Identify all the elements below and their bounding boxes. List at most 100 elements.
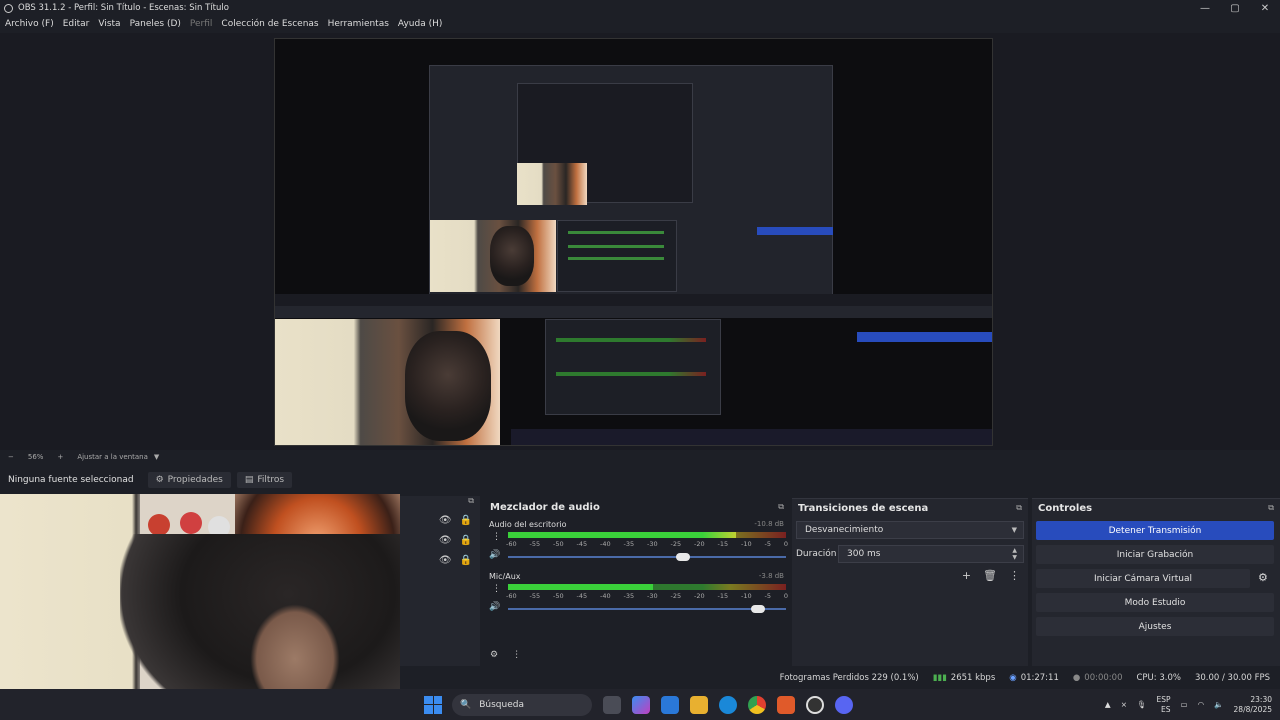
zoom-minus[interactable]: − <box>8 453 14 461</box>
language-indicator[interactable]: ESP ES <box>1157 695 1171 715</box>
mic-icon[interactable]: 🎙 <box>1137 700 1147 709</box>
scene-item-row[interactable]: 👁 🔒 <box>400 530 480 550</box>
meter-tick: -25 <box>670 592 682 600</box>
lang-top: ESP <box>1156 694 1171 704</box>
controls-title: Controles <box>1038 503 1093 514</box>
lock-icon[interactable]: 🔒 <box>460 535 472 546</box>
speaker-icon[interactable]: 🔊 <box>489 550 500 560</box>
menu-ayuda[interactable]: Ayuda (H) <box>398 19 442 29</box>
volume-knob[interactable] <box>676 553 691 561</box>
studio-mode-button[interactable]: Modo Estudio <box>1036 593 1274 612</box>
zoom-plus-button[interactable]: + <box>57 453 63 461</box>
settings-button[interactable]: Ajustes <box>1036 617 1274 636</box>
transition-actions: + 🗑 ⋮ <box>962 569 1020 582</box>
duration-spinbox[interactable]: 300 ms ▲ ▼ <box>838 545 1024 563</box>
wifi-icon[interactable]: ◠ <box>1198 700 1205 709</box>
scene-item-row[interactable]: 👁 🔒 <box>400 510 480 530</box>
lang-bottom: ES <box>1161 704 1171 714</box>
discord-icon[interactable] <box>835 695 853 714</box>
zoom-bar: − 56% + Ajustar a la ventana ▼ <box>0 451 1280 463</box>
meter-tick: -50 <box>553 540 564 548</box>
close-button[interactable]: ✕ <box>1250 3 1280 14</box>
eye-icon[interactable]: 👁 <box>439 515 452 526</box>
maximize-button[interactable]: ▢ <box>1220 3 1250 14</box>
chrome-icon[interactable] <box>748 695 766 714</box>
windows-start-icon[interactable] <box>424 695 442 714</box>
search-icon: 🔍 <box>460 699 472 710</box>
meter-tick: 0 <box>783 592 788 600</box>
scene-list-pop-icon[interactable]: ⧉ <box>400 496 480 510</box>
obs-taskbar-icon[interactable] <box>806 695 824 714</box>
nested-zoombar <box>275 294 992 306</box>
task-view-icon[interactable] <box>603 695 621 714</box>
controls-pop-icon[interactable]: ⧉ <box>1268 503 1274 513</box>
tray-chevron-up-icon[interactable]: ▲ <box>1105 700 1111 709</box>
eye-icon[interactable]: 👁 <box>439 535 452 546</box>
transition-select[interactable]: Desvanecimiento ▼ <box>796 521 1024 539</box>
volume-slider[interactable] <box>508 553 786 561</box>
menu-coleccion-escenas[interactable]: Colección de Escenas <box>221 19 318 29</box>
taskbar-search[interactable]: 🔍 Búsqueda <box>452 693 592 716</box>
spin-arrows-icon[interactable]: ▲ ▼ <box>1012 547 1017 561</box>
signal-bars-icon: ▮▮▮ <box>932 673 947 683</box>
menu-herramientas[interactable]: Herramientas <box>328 19 389 29</box>
mixer-pop-icon[interactable]: ⧉ <box>778 502 784 512</box>
volume-icon[interactable]: 🔈 <box>1214 700 1223 709</box>
nested-stop-button-large <box>857 332 992 342</box>
trash-icon[interactable]: 🗑 <box>983 569 997 582</box>
speaker-icon[interactable]: 🔊 <box>489 602 500 612</box>
stream-time: 01:27:11 <box>1020 673 1059 683</box>
transitions-title: Transiciones de escena <box>798 503 929 514</box>
clock-date: 28/8/2025 <box>1233 704 1272 714</box>
channel-db: -3.8 dB <box>758 572 784 580</box>
lock-icon[interactable]: 🔒 <box>460 555 472 566</box>
brave-icon[interactable] <box>777 695 795 714</box>
volume-knob[interactable] <box>751 605 766 613</box>
clock[interactable]: 23:30 28/8/2025 <box>1234 695 1272 715</box>
filters-button[interactable]: ▤ Filtros <box>236 472 293 488</box>
volume-slider[interactable] <box>508 605 786 613</box>
meter-tick: -10 <box>741 592 752 600</box>
transitions-pop-icon[interactable]: ⧉ <box>1016 503 1022 513</box>
audio-meter <box>508 532 786 538</box>
meter-ticks: -60 -55 -50 -45 -40 -35 -30 -25 -20 -15 -10 -5 0 <box>506 592 788 600</box>
duration-value: 300 ms <box>847 549 881 559</box>
clock-time: 23:30 <box>1250 694 1272 704</box>
start-recording-button[interactable]: Iniciar Grabación <box>1036 545 1274 564</box>
mixer-title: Mezclador de audio <box>490 502 600 513</box>
minimize-button[interactable]: — <box>1190 3 1220 14</box>
meter-tick: -35 <box>623 592 635 600</box>
program-preview[interactable] <box>274 38 993 446</box>
menu-paneles[interactable]: Paneles (D) <box>130 19 181 29</box>
eye-icon[interactable]: 👁 <box>439 555 452 566</box>
copilot-icon[interactable] <box>632 695 650 714</box>
stop-stream-button[interactable]: Detener Transmisión <box>1036 521 1274 540</box>
virtual-camera-settings-gear-icon[interactable]: ⚙ <box>1258 571 1268 584</box>
menu-editar[interactable]: Editar <box>63 19 90 29</box>
network-off-icon[interactable]: ⨯ <box>1121 700 1127 709</box>
fit-to-window-button[interactable]: Ajustar a la ventana <box>77 453 148 461</box>
scene-item-row[interactable]: 👁 🔒 <box>400 550 480 570</box>
display-icon[interactable]: ▭ <box>1181 700 1188 709</box>
store-icon[interactable] <box>661 695 679 714</box>
menu-archivo[interactable]: Archivo (F) <box>5 19 54 29</box>
menu-vista[interactable]: Vista <box>98 19 120 29</box>
no-source-label: Ninguna fuente seleccionad <box>8 475 134 485</box>
add-icon[interactable]: + <box>962 569 971 582</box>
lock-icon[interactable]: 🔒 <box>460 515 472 526</box>
properties-button[interactable]: ⚙ Propiedades <box>147 472 231 488</box>
advanced-audio-icon[interactable]: ⚙ <box>490 650 498 660</box>
meter-tick: -5 <box>764 540 771 548</box>
meter-tick: -60 <box>506 540 517 548</box>
zoom-dropdown-icon[interactable]: ▼ <box>154 453 159 461</box>
channel-menu-icon[interactable]: ⋮ <box>492 584 501 594</box>
chevron-down-icon: ▼ <box>1011 526 1017 534</box>
nested-stop-button <box>757 227 833 235</box>
start-virtual-camera-button[interactable]: Iniciar Cámara Virtual <box>1036 569 1250 588</box>
channel-menu-icon[interactable]: ⋮ <box>492 532 501 542</box>
nested-taskbar <box>511 429 992 445</box>
edge-icon[interactable] <box>719 695 737 714</box>
file-explorer-icon[interactable] <box>690 695 708 714</box>
more-icon[interactable]: ⋮ <box>1009 569 1020 582</box>
mixer-menu-icon[interactable]: ⋮ <box>512 650 521 660</box>
